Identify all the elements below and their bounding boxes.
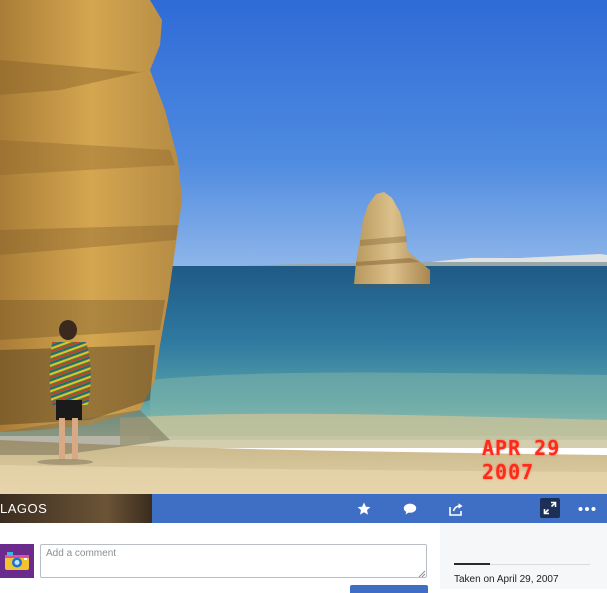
- taken-on-date[interactable]: Taken on April 29, 2007: [454, 574, 559, 585]
- post-comment-button[interactable]: [350, 585, 428, 593]
- star-icon: [357, 502, 371, 515]
- more-options-button[interactable]: [577, 500, 597, 518]
- camera-avatar-icon: [0, 544, 34, 578]
- share-button[interactable]: [447, 500, 465, 518]
- comment-section: [0, 523, 440, 593]
- user-avatar[interactable]: [0, 544, 34, 578]
- comment-icon: [403, 503, 417, 515]
- beach-photo: [0, 0, 607, 494]
- expand-icon: [543, 501, 557, 515]
- photo-info-panel: Taken on April 29, 2007: [440, 523, 607, 589]
- photo-title: LAGOS: [0, 501, 48, 516]
- photo-title-chip: LAGOS: [0, 494, 152, 523]
- share-icon: [449, 503, 463, 516]
- more-icon: [578, 507, 596, 511]
- info-divider: [454, 563, 490, 565]
- comment-input[interactable]: [40, 544, 427, 578]
- favorite-button[interactable]: [355, 500, 373, 518]
- photo-action-bar: LAGOS: [0, 494, 607, 523]
- info-divider-light: [490, 564, 590, 565]
- photo-date-stamp: APR 29 2007: [482, 436, 561, 484]
- resize-grip-icon[interactable]: [418, 570, 426, 578]
- comment-button[interactable]: [401, 500, 419, 518]
- photo-viewer[interactable]: APR 29 2007: [0, 0, 607, 494]
- fullscreen-button[interactable]: [540, 498, 560, 518]
